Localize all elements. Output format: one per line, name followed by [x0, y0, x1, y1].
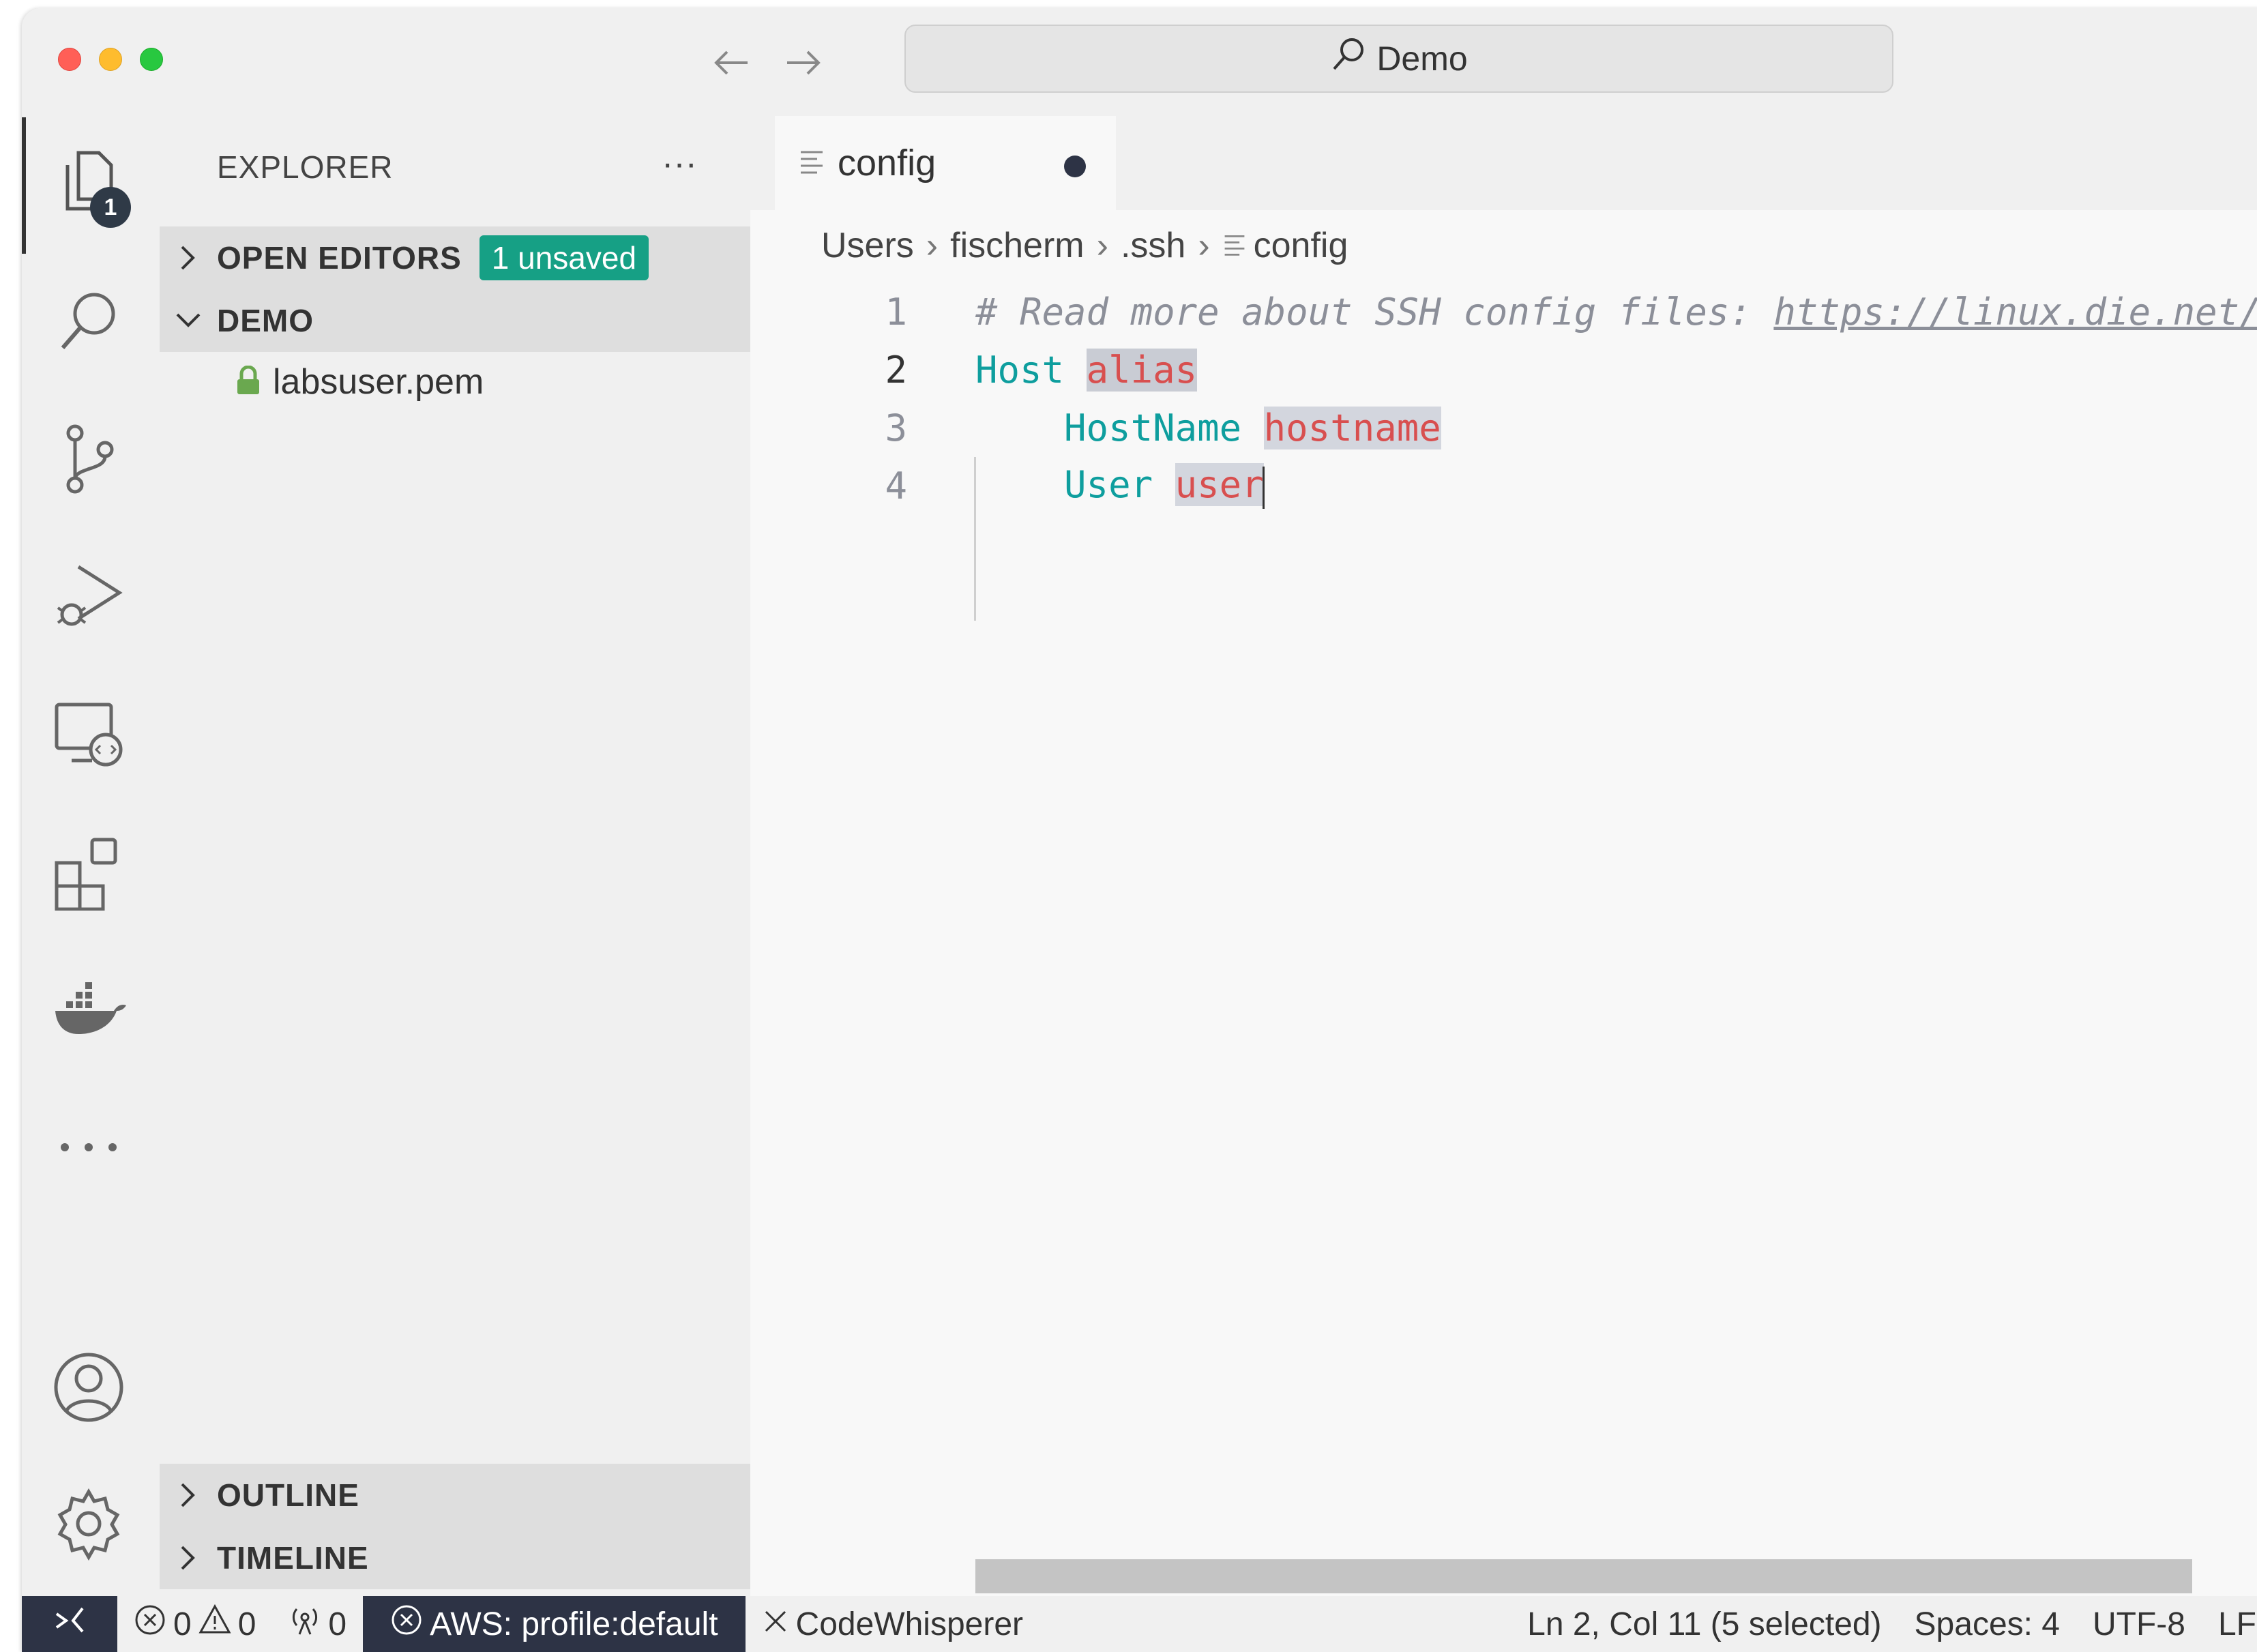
breadcrumb-item[interactable]: config — [1254, 225, 1348, 266]
value: hostname — [1263, 407, 1441, 449]
command-center-search[interactable]: Demo — [904, 25, 1893, 93]
search-icon — [1330, 36, 1367, 81]
outline-section[interactable]: OUTLINE — [160, 1464, 750, 1526]
keyword: User — [1064, 463, 1153, 507]
timeline-label: TIMELINE — [217, 1540, 369, 1576]
back-arrow-icon[interactable] — [711, 42, 752, 83]
indentation-status[interactable]: Spaces: 4 — [1898, 1596, 2076, 1652]
forward-arrow-icon[interactable] — [783, 42, 824, 83]
unsaved-dot-icon[interactable] — [1064, 156, 1086, 177]
error-count: 0 — [173, 1606, 192, 1642]
chevron-right-icon — [160, 1481, 217, 1509]
unsaved-badge: 1 unsaved — [479, 235, 649, 280]
chevron-right-icon: › — [1096, 226, 1108, 265]
keyword: HostName — [1064, 407, 1242, 449]
file-lines-icon — [798, 148, 825, 179]
ports-count: 0 — [328, 1606, 347, 1642]
line-number: 2 — [885, 349, 907, 392]
value: user — [1175, 463, 1264, 507]
breadcrumb: Users › fischerm › .ssh › config — [821, 225, 1348, 266]
explorer-sidebar: EXPLORER ··· OPEN EDITORS 1 unsaved DEMO… — [160, 109, 750, 1596]
lock-icon — [236, 365, 261, 399]
open-editors-section[interactable]: OPEN EDITORS 1 unsaved — [160, 226, 750, 289]
codewhisperer-status[interactable]: CodeWhisperer — [746, 1596, 1039, 1652]
source-control-icon[interactable] — [50, 422, 127, 498]
tab-config[interactable]: config — [775, 116, 1116, 210]
cursor-position-status[interactable]: Ln 2, Col 11 (5 selected) — [1511, 1596, 1898, 1652]
file-name: labsuser.pem — [273, 362, 484, 402]
search-icon[interactable] — [50, 282, 127, 359]
activity-bar: 1 — [22, 109, 160, 1596]
remote-icon — [53, 1603, 87, 1645]
problems-status[interactable]: 0 0 — [117, 1596, 272, 1652]
eol-status[interactable]: LF — [2202, 1596, 2257, 1652]
remote-explorer-icon[interactable] — [50, 697, 127, 773]
status-bar: 0 0 0 AWS: profile:default CodeWhisperer — [22, 1596, 2257, 1652]
comment-link[interactable]: https://linux.die.net/ — [1773, 291, 2257, 334]
warning-icon — [198, 1604, 231, 1644]
chevron-right-icon: › — [926, 226, 939, 265]
broadcast-icon — [289, 1604, 321, 1644]
active-indicator — [22, 117, 26, 254]
chevron-right-icon — [160, 244, 217, 271]
line-number: 4 — [885, 464, 907, 507]
more-views-icon[interactable] — [50, 1109, 127, 1185]
error-icon — [390, 1604, 423, 1644]
maximize-window-button[interactable] — [140, 48, 163, 71]
run-debug-icon[interactable] — [50, 559, 127, 636]
settings-gear-icon[interactable] — [50, 1486, 127, 1562]
breadcrumb-item[interactable]: Users — [821, 225, 914, 266]
close-window-button[interactable] — [58, 48, 81, 71]
value: alias — [1086, 349, 1198, 392]
chevron-right-icon: › — [1198, 226, 1210, 265]
editor-area: config Users › fischerm › .ssh › config … — [750, 109, 2257, 1596]
demo-folder-section[interactable]: DEMO — [160, 289, 750, 352]
tab-bar: config — [750, 109, 2257, 210]
close-icon — [762, 1606, 789, 1643]
error-icon — [134, 1604, 166, 1644]
breadcrumb-item[interactable]: fischerm — [950, 225, 1084, 266]
search-text: Demo — [1376, 40, 1468, 78]
breadcrumb-item[interactable]: .ssh — [1121, 225, 1185, 266]
docker-icon[interactable] — [50, 973, 127, 1049]
explorer-badge: 1 — [90, 187, 131, 228]
keyword: Host — [975, 349, 1065, 392]
demo-folder-label: DEMO — [217, 303, 314, 338]
minimize-window-button[interactable] — [99, 48, 122, 71]
title-bar: Demo — [22, 8, 2257, 109]
ports-status[interactable]: 0 — [272, 1596, 363, 1652]
timeline-section[interactable]: TIMELINE — [160, 1526, 750, 1589]
horizontal-scrollbar[interactable] — [975, 1559, 2192, 1593]
comment-text: # Read more about SSH config files: — [975, 291, 1774, 334]
codewhisperer-label: CodeWhisperer — [795, 1606, 1023, 1642]
line-number: 3 — [885, 407, 907, 449]
sidebar-title: EXPLORER — [217, 149, 394, 185]
open-editors-label: OPEN EDITORS — [217, 240, 462, 276]
account-icon[interactable] — [50, 1349, 127, 1426]
vscode-window: Demo 1 EXPLORER ··· OPEN EDITORS 1 unsav… — [22, 8, 2257, 1652]
tab-label: config — [838, 143, 936, 183]
explorer-icon[interactable]: 1 — [50, 143, 131, 228]
more-actions-icon[interactable]: ··· — [662, 143, 697, 184]
file-lines-icon — [1222, 225, 1247, 266]
aws-profile-status[interactable]: AWS: profile:default — [363, 1596, 746, 1652]
outline-label: OUTLINE — [217, 1477, 359, 1513]
aws-profile-label: AWS: profile:default — [430, 1606, 718, 1642]
line-number: 1 — [885, 291, 907, 334]
text-cursor — [1262, 466, 1265, 509]
chevron-right-icon — [160, 1544, 217, 1572]
warning-count: 0 — [237, 1606, 256, 1642]
file-item-labsuser[interactable]: labsuser.pem — [160, 351, 750, 413]
extensions-icon[interactable] — [50, 835, 127, 911]
remote-indicator[interactable] — [22, 1596, 117, 1652]
encoding-status[interactable]: UTF-8 — [2076, 1596, 2202, 1652]
chevron-down-icon — [160, 312, 217, 329]
